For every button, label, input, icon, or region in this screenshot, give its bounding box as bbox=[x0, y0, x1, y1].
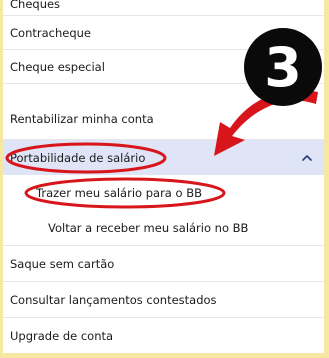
step-number: 3 bbox=[264, 35, 302, 99]
highlight-ellipse-portabilidade bbox=[5, 142, 167, 174]
step-badge: 3 bbox=[244, 28, 322, 106]
highlight-ellipse-trazer-salario bbox=[24, 177, 226, 209]
